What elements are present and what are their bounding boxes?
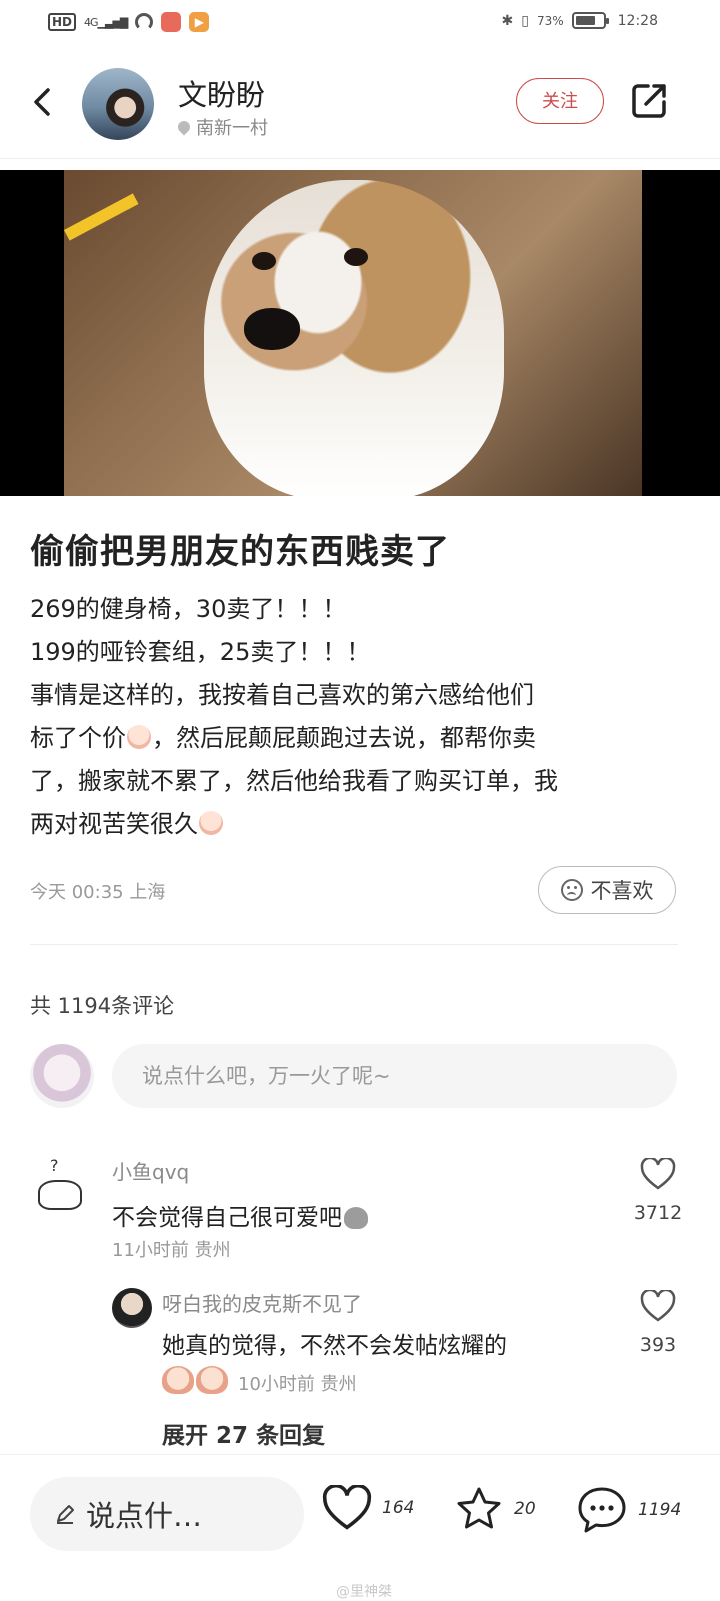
bottom-input-label: 说点什… <box>86 1499 203 1533</box>
like-button[interactable]: 164 <box>322 1485 414 1531</box>
post-title: 偷偷把男朋友的东西贱卖了 <box>30 532 450 572</box>
location-label: 南新一村 <box>196 118 268 139</box>
like-count: 164 <box>382 1498 415 1518</box>
comment-like-count: 3712 <box>633 1202 683 1224</box>
divider <box>30 944 678 945</box>
comments-count: 共 1194条评论 <box>30 994 175 1018</box>
dislike-button[interactable]: 不喜欢 <box>538 866 676 914</box>
favorite-count: 20 <box>514 1499 536 1519</box>
hotspot-icon <box>135 13 154 31</box>
cat-doodle-icon <box>38 1180 82 1210</box>
watermark: @里神桀 <box>336 1584 392 1600</box>
comment-button[interactable]: 1194 <box>576 1485 681 1535</box>
dog-eye <box>252 252 276 270</box>
comment-meta: 11小时前 贵州 <box>112 1240 231 1261</box>
follow-button[interactable]: 关注 <box>516 78 604 124</box>
my-avatar <box>30 1044 94 1108</box>
dog-head <box>204 180 504 496</box>
reply-text: 她真的觉得，不然不会发帖炫耀的 <box>162 1333 507 1359</box>
heart-icon <box>322 1485 372 1530</box>
post-line: 269的健身椅，30卖了！！！ <box>30 595 347 623</box>
status-right: ✱ ▯ 73% 12:28 <box>502 12 658 29</box>
favorite-button[interactable]: 20 <box>454 1485 536 1533</box>
dog-nose <box>244 308 300 350</box>
post-line-part: ，然后屁颠屁颠跑过去说，都帮你卖 <box>152 724 536 752</box>
crying-emoji-icon <box>162 1366 194 1394</box>
bluetooth-icon: ✱ <box>501 12 514 29</box>
post-line: 199的哑铃套组，25卖了！！！ <box>30 638 371 666</box>
bottom-action-bar: 说点什… 164 20 1194 @里神桀 <box>0 1454 720 1601</box>
reply-meta: 10小时前 贵州 <box>238 1374 357 1395</box>
post-image[interactable] <box>0 170 720 496</box>
post-line: 了，搬家就不累了，然后他给我看了购买订单，我 <box>30 767 558 795</box>
post-line: 两对视苦笑很久 <box>30 803 690 846</box>
comment-text-content: 不会觉得自己很可爱吧 <box>112 1205 342 1231</box>
heart-icon[interactable] <box>640 1290 676 1322</box>
comment-input[interactable]: 说点什么吧，万一火了呢~ <box>112 1044 677 1108</box>
blob-emoji-icon <box>344 1207 368 1229</box>
heart-icon[interactable] <box>640 1158 676 1190</box>
sad-face-icon <box>560 879 583 901</box>
comment-bubble-icon <box>578 1487 626 1533</box>
author-avatar[interactable] <box>82 68 154 140</box>
reply-like-count: 393 <box>639 1334 677 1356</box>
location-pin-icon <box>175 118 193 136</box>
dislike-label: 不喜欢 <box>590 879 654 903</box>
post-header: 文盼盼 南新一村 关注 <box>0 58 720 159</box>
post-body: 269的健身椅，30卖了！！！ 199的哑铃套组，25卖了！！！ 事情是这样的，… <box>30 588 690 846</box>
crying-emoji-icon <box>196 1366 228 1394</box>
crying-emoji-icon <box>127 725 151 749</box>
question-mark-glyph: ? <box>50 1156 59 1175</box>
battery-icon <box>571 12 609 29</box>
battery-fill <box>575 16 595 25</box>
network-label: 4G <box>84 15 98 29</box>
author-location: 南新一村 <box>175 114 268 140</box>
post-meta: 今天 00:35 上海 <box>30 882 166 903</box>
post-line-part: 两对视苦笑很久 <box>30 810 198 838</box>
commenter-avatar[interactable]: ? <box>30 1156 96 1222</box>
author-name[interactable]: 文盼盼 <box>178 72 265 114</box>
bottom-comment-input[interactable]: 说点什… <box>30 1477 304 1551</box>
chevron-left-icon <box>34 88 50 116</box>
reply-user[interactable]: 呀白我的皮克斯不见了 <box>162 1288 362 1317</box>
share-button[interactable] <box>628 80 670 122</box>
post-line: 标了个价 ，然后屁颠屁颠跑过去说，都帮你卖 <box>30 717 690 760</box>
battery-percent: 73% <box>536 13 564 28</box>
post-line: 事情是这样的，我按着自己喜欢的第六感给他们 <box>30 681 534 709</box>
star-icon <box>457 1487 501 1529</box>
post-line-part: 标了个价 <box>30 724 126 752</box>
comment-text: 不会觉得自己很可爱吧 <box>112 1198 368 1232</box>
reply-avatar[interactable] <box>112 1288 152 1328</box>
comment-count: 1194 <box>638 1500 682 1520</box>
crying-emoji-icon <box>199 811 223 835</box>
network-signal-icon: 4G▁▃▅▇ <box>84 15 128 29</box>
expand-replies-link[interactable]: 展开 27 条回复 <box>162 1416 325 1450</box>
comment-user[interactable]: 小鱼qvq <box>112 1156 189 1185</box>
status-left: HD 4G▁▃▅▇ ▶ <box>48 12 210 32</box>
hd-badge: HD <box>48 13 77 31</box>
clock: 12:28 <box>617 12 658 29</box>
pen-icon <box>57 1505 74 1524</box>
status-bar: HD 4G▁▃▅▇ ▶ ✱ ▯ 73% 12:28 <box>0 0 720 50</box>
dog-photo <box>64 170 642 496</box>
share-icon <box>632 84 666 118</box>
photo-stripe <box>64 193 139 241</box>
video-app-icon: ▶ <box>189 12 210 32</box>
app-notification-icon <box>161 12 182 32</box>
back-button[interactable] <box>24 84 60 120</box>
dog-eye <box>344 248 368 266</box>
vibrate-icon: ▯ <box>521 12 529 29</box>
